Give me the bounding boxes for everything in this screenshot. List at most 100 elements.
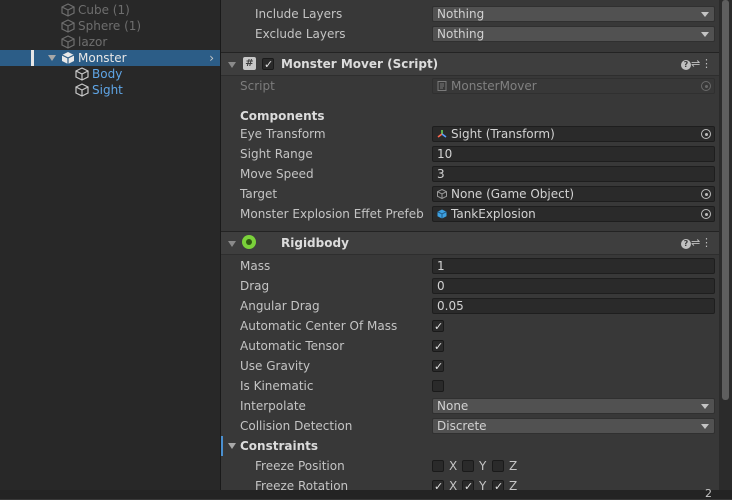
angular-drag-label: Angular Drag (240, 299, 320, 313)
eye-transform-label: Eye Transform (240, 127, 326, 141)
axis-x-label: X (449, 459, 458, 473)
monster-mover-header[interactable]: # Monster Mover (Script) ?⇌⋮ (221, 52, 719, 76)
expand-arrow-icon[interactable] (48, 55, 56, 61)
auto-tensor-label: Automatic Tensor (240, 339, 345, 353)
use-gravity-checkbox[interactable] (432, 357, 444, 377)
foldout-arrow-icon[interactable] (228, 241, 236, 247)
object-picker-icon[interactable] (701, 209, 711, 219)
freeze-position-x-checkbox[interactable] (432, 460, 444, 472)
game-object-icon (437, 189, 447, 199)
move-speed-label: Move Speed (240, 167, 314, 181)
components-heading: Components (240, 109, 325, 123)
hierarchy-item-cube[interactable]: Cube (1) (0, 2, 220, 18)
object-picker-icon[interactable] (701, 129, 711, 139)
hierarchy-item-sight[interactable]: Sight (0, 82, 220, 98)
hierarchy-item-body[interactable]: Body (0, 66, 220, 82)
collision-detection-label: Collision Detection (240, 419, 353, 433)
exclude-layers-dropdown[interactable]: Nothing (432, 26, 715, 42)
help-icon[interactable]: ? (681, 60, 691, 70)
dropdown-arrow-icon (701, 32, 709, 37)
axis-y-label: Y (479, 459, 487, 473)
explosion-prefab-label: Monster Explosion Effet Prefeb (240, 207, 424, 221)
sight-range-input[interactable]: 10 (432, 146, 715, 162)
transform-icon (437, 130, 447, 138)
is-kinematic-label: Is Kinematic (240, 379, 314, 393)
chevron-right-icon[interactable]: › (209, 52, 214, 64)
hierarchy-item-label: Cube (1) (78, 3, 130, 17)
include-layers-dropdown[interactable]: Nothing (432, 6, 715, 22)
exclude-layers-label: Exclude Layers (255, 27, 346, 41)
foldout-arrow-icon[interactable] (228, 443, 236, 449)
presets-icon[interactable]: ⇌ (691, 232, 701, 254)
angular-drag-input[interactable]: 0.05 (432, 298, 715, 314)
target-field[interactable]: None (Game Object) (432, 186, 715, 202)
include-layers-label: Include Layers (255, 7, 343, 21)
move-speed-input[interactable]: 3 (432, 166, 715, 182)
inspector-scrollbar[interactable] (719, 0, 732, 499)
collision-detection-dropdown[interactable]: Discrete (432, 418, 715, 434)
cube-icon (75, 67, 89, 81)
object-picker-icon[interactable] (701, 189, 711, 199)
is-kinematic-checkbox[interactable] (432, 380, 444, 392)
move-speed-row: Move Speed 3 (221, 164, 719, 184)
freeze-position-row: Freeze Position X Y Z (221, 456, 719, 476)
rigidbody-header[interactable]: Rigidbody ? ⇌⋮ (221, 231, 719, 255)
mass-label: Mass (240, 259, 271, 273)
freeze-position-z-checkbox[interactable] (492, 460, 504, 472)
eye-transform-row: Eye Transform Sight (Transform) (221, 124, 719, 144)
hierarchy-item-monster[interactable]: Monster › (0, 50, 220, 66)
bottom-bar: 2 (0, 487, 732, 500)
script-file-icon (437, 81, 447, 91)
auto-tensor-checkbox[interactable] (432, 337, 444, 357)
prefab-icon (437, 209, 447, 219)
dropdown-arrow-icon (701, 424, 709, 429)
dropdown-arrow-icon (701, 12, 709, 17)
more-options-icon[interactable]: ⋮ (701, 53, 712, 75)
eye-transform-value: Sight (Transform) (451, 127, 555, 141)
header-icons: ? ⇌⋮ (681, 232, 712, 254)
auto-tensor-row: Automatic Tensor (221, 336, 719, 357)
target-value: None (Game Object) (451, 187, 575, 201)
use-gravity-row: Use Gravity (221, 356, 719, 377)
mass-input[interactable]: 1 (432, 258, 715, 274)
more-options-icon[interactable]: ⋮ (701, 232, 712, 254)
object-picker-icon (701, 81, 711, 91)
component-title: Rigidbody (281, 236, 349, 250)
script-hash-icon: # (243, 57, 256, 70)
foldout-arrow-icon[interactable] (228, 62, 236, 68)
dropdown-value: Nothing (437, 27, 485, 41)
include-layers-row: Include Layers Nothing (221, 4, 719, 24)
focus-indicator (221, 436, 223, 456)
scrollbar-thumb[interactable] (722, 0, 729, 400)
hierarchy-item-lazor[interactable]: lazor (0, 34, 220, 50)
rigidbody-icon (242, 235, 256, 249)
script-row: Script MonsterMover (221, 76, 719, 96)
hierarchy-panel: Cube (1) Sphere (1) lazor Monster › Body… (0, 0, 221, 499)
is-kinematic-row: Is Kinematic (221, 376, 719, 396)
dropdown-value: Discrete (437, 419, 487, 433)
drag-input[interactable]: 0 (432, 278, 715, 294)
constraints-label: Constraints (240, 439, 319, 453)
sight-range-label: Sight Range (240, 147, 313, 161)
interpolate-dropdown[interactable]: None (432, 398, 715, 414)
selection-marker (31, 50, 34, 66)
constraints-row[interactable]: Constraints (221, 436, 719, 456)
explosion-prefab-row: Monster Explosion Effet Prefeb TankExplo… (221, 204, 719, 224)
dropdown-value: None (437, 399, 469, 413)
eye-transform-field[interactable]: Sight (Transform) (432, 126, 715, 142)
script-field: MonsterMover (432, 78, 715, 94)
auto-com-checkbox[interactable] (432, 317, 444, 337)
mass-row: Mass 1 (221, 256, 719, 276)
hierarchy-item-label: Sight (92, 83, 123, 97)
hierarchy-item-sphere[interactable]: Sphere (1) (0, 18, 220, 34)
sight-range-row: Sight Range 10 (221, 144, 719, 164)
explosion-prefab-field[interactable]: TankExplosion (432, 206, 715, 222)
hierarchy-item-label: Monster (78, 51, 127, 65)
auto-com-row: Automatic Center Of Mass (221, 316, 719, 337)
presets-icon[interactable]: ⇌ (691, 53, 701, 75)
help-icon[interactable]: ? (681, 239, 691, 249)
inspector-panel: Include Layers Nothing Exclude Layers No… (221, 0, 719, 499)
drag-row: Drag 0 (221, 276, 719, 296)
freeze-position-y-checkbox[interactable] (462, 460, 474, 472)
component-enabled-checkbox[interactable] (262, 54, 274, 76)
